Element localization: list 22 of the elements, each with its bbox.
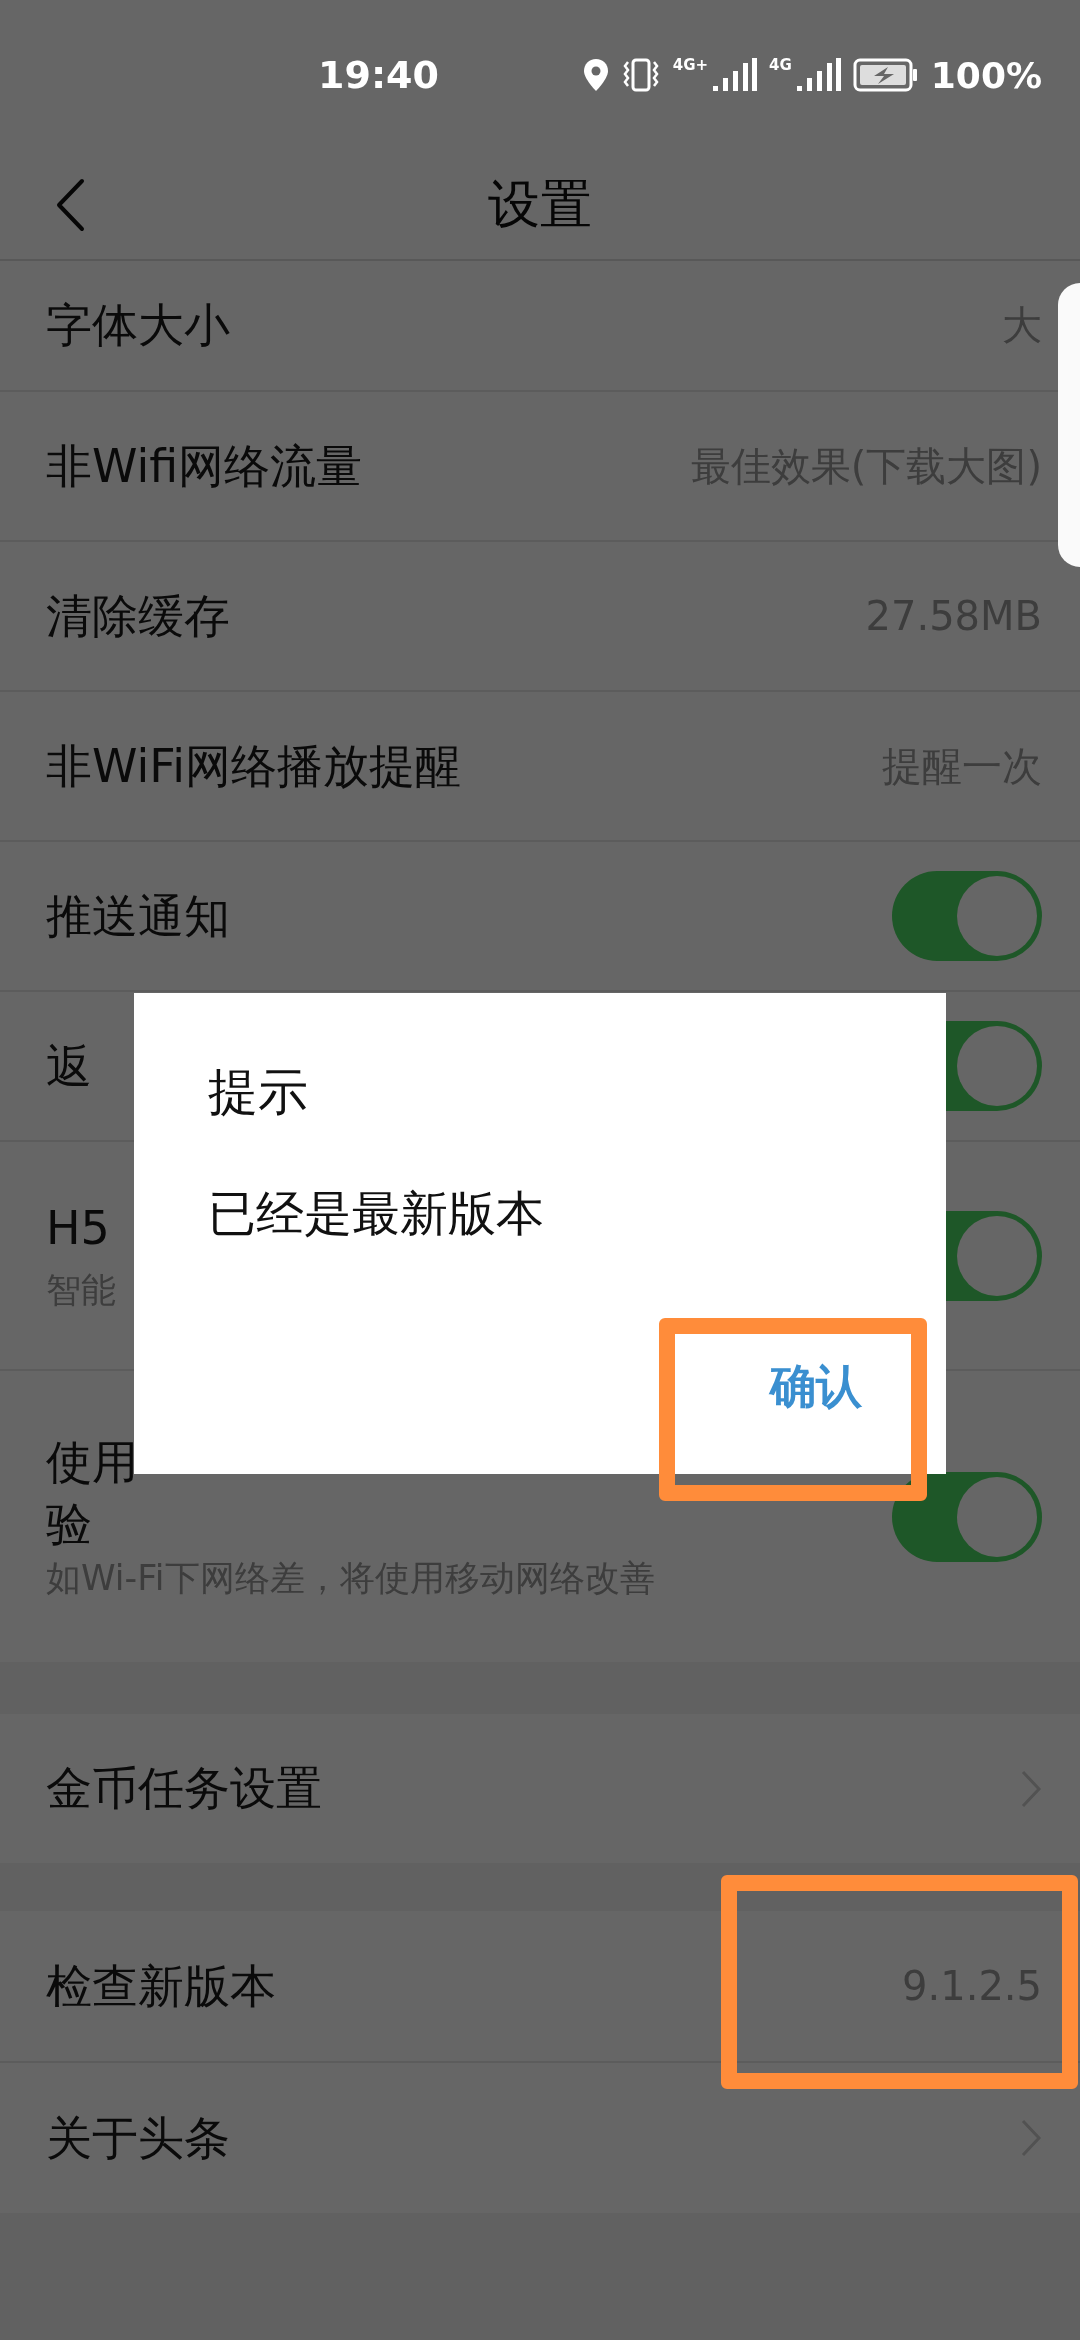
setting-label: 使用 xyxy=(46,1433,138,1491)
battery-icon xyxy=(852,58,919,92)
setting-label: 关于头条 xyxy=(46,2109,230,2167)
setting-label: 非WiFi网络播放提醒 xyxy=(46,737,462,795)
clock-time: 19:40 xyxy=(318,53,440,97)
setting-label: 推送通知 xyxy=(46,887,230,945)
setting-label: H5 xyxy=(46,1199,110,1257)
edge-panel-handle[interactable] xyxy=(1058,283,1080,567)
battery-percent: 100% xyxy=(930,54,1042,96)
location-icon xyxy=(582,58,609,92)
confirm-button[interactable]: 确认 xyxy=(756,1346,876,1428)
setting-label: 字体大小 xyxy=(46,297,230,355)
page-title: 设置 xyxy=(488,172,592,236)
setting-label: 返 xyxy=(46,1037,92,1095)
setting-label: 金币任务设置 xyxy=(46,1760,322,1818)
setting-label: 检查新版本 xyxy=(46,1957,276,2015)
back-icon xyxy=(55,178,85,232)
dialog-message: 已经是最新版本 xyxy=(207,1184,545,1243)
setting-label: 验 xyxy=(46,1496,92,1553)
setting-label: 非Wifi网络流量 xyxy=(46,437,363,495)
dialog-title: 提示 xyxy=(207,1062,309,1123)
setting-label: 清除缓存 xyxy=(46,587,230,645)
